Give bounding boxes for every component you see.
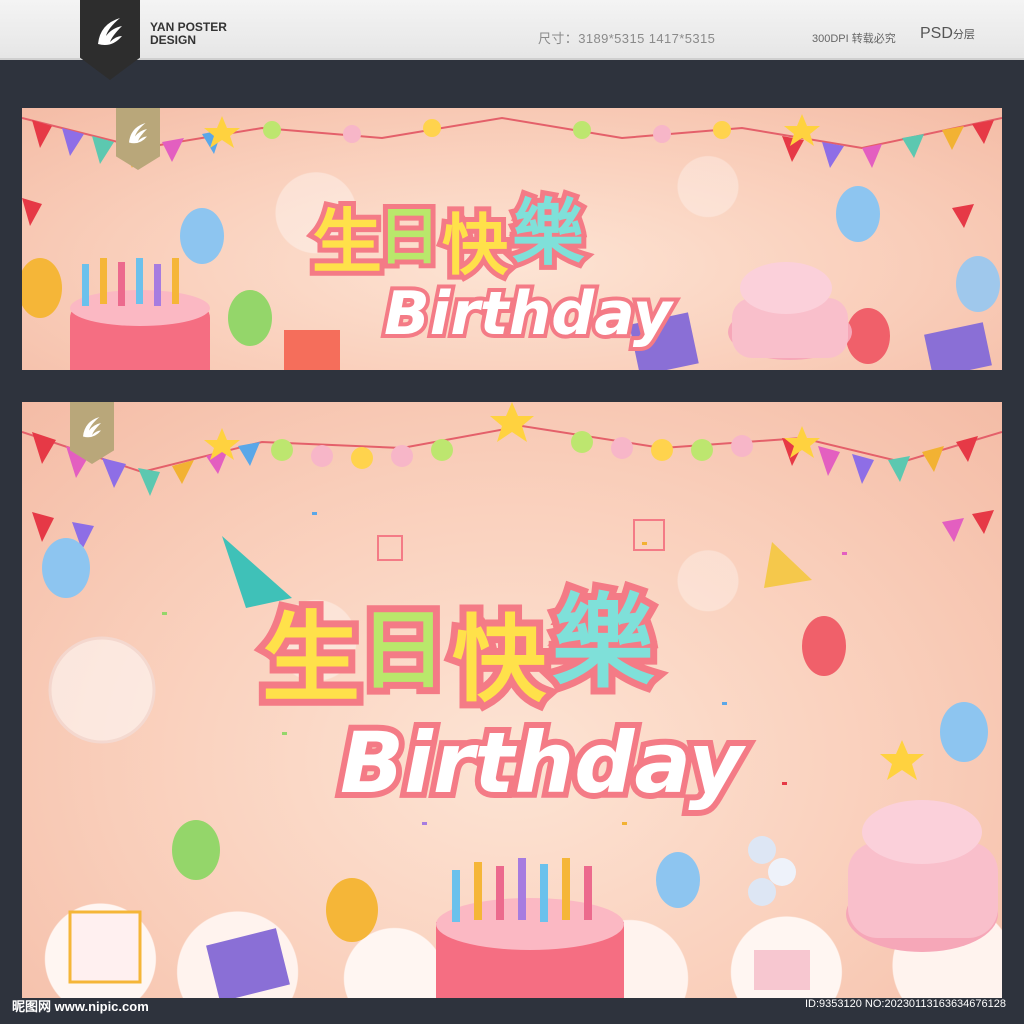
banner-decor-small: 生 日 快 樂 Birthday — [22, 114, 1002, 370]
size-info: 尺寸：3189*5315 1417*5315 — [538, 31, 716, 46]
title-char-2: 日 — [360, 601, 446, 701]
title-char-1: 生 — [312, 201, 382, 283]
subtitle-en-large: Birthday — [340, 714, 746, 812]
top-bar: YAN POSTER DESIGN 尺寸：3189*5315 1417*5315… — [0, 0, 1024, 80]
title-char-4: 樂 — [552, 584, 655, 703]
title-char-3: 快 — [452, 606, 547, 715]
banner-preview-large: 生 日 快 樂 Birthday — [22, 402, 1002, 998]
title-char-1: 生 — [262, 602, 360, 716]
gift-outline-icon — [377, 535, 403, 561]
banner-preview-small: 生 日 快 樂 Birthday — [22, 108, 1002, 370]
site-watermark: 昵图网 www.nipic.com — [12, 999, 149, 1014]
psd-info: PSD分层 — [920, 25, 975, 42]
title-cn-small: 生 日 快 樂 — [307, 186, 590, 289]
dpi-info: 300DPI 转载必究 — [812, 33, 896, 45]
image-id: ID:9353120 NO:20230113163634676128 — [804, 998, 1006, 1010]
title-char-4: 樂 — [512, 191, 585, 275]
brand-logo — [80, 0, 140, 80]
title-cn-large: 生 日 快 樂 — [255, 577, 662, 723]
subtitle-en-small: Birthday — [384, 279, 675, 349]
title-char-2: 日 — [378, 200, 440, 273]
gift-outline-icon — [633, 519, 665, 551]
banner-decor-large: 生 日 快 樂 Birthday — [22, 402, 1002, 998]
brand-name: YAN POSTER DESIGN — [150, 20, 227, 47]
wing-logo-icon — [98, 18, 122, 45]
title-char-3: 快 — [442, 207, 509, 284]
